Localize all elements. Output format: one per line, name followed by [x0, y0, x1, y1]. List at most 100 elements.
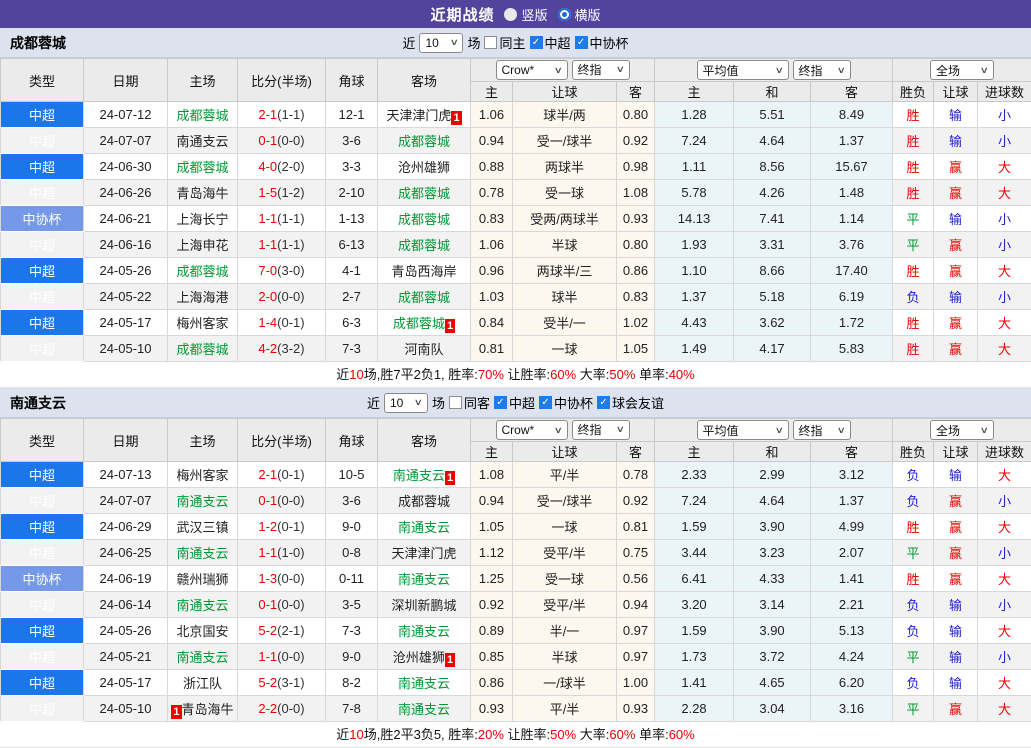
- team-section-2: 南通支云近10∨场同客✓中超✓中协杯✓球会友谊类型日期主场比分(半场)角球客场C…: [0, 388, 1031, 748]
- team-label: 天津津门虎: [391, 546, 456, 561]
- eu-draw-odds-cell: 4.33: [734, 566, 811, 592]
- eu-away-odds-cell: 8.49: [811, 102, 893, 128]
- ah-away-odds-cell: 1.05: [617, 336, 655, 362]
- ah-away-odds-cell: 0.56: [617, 566, 655, 592]
- filter-checkbox-同主[interactable]: 同主: [484, 33, 525, 52]
- handicap-result-cell: 赢: [934, 488, 978, 514]
- goals-over-under-cell: 大: [978, 336, 1031, 362]
- eu-away-odds-cell: 3.12: [811, 462, 893, 488]
- checkbox-checked-icon[interactable]: ✓: [530, 36, 543, 49]
- radio-vertical-layout[interactable]: 竖版: [504, 5, 547, 24]
- col-header-0: 类型: [1, 59, 84, 102]
- corner-cell: 4-1: [326, 258, 378, 284]
- checkbox-checked-icon[interactable]: ✓: [539, 396, 552, 409]
- sub-col-header-8: 进球数: [978, 442, 1031, 462]
- ah-line-cell: 受一/球半: [513, 488, 617, 514]
- eu-draw-odds-cell: 3.31: [734, 232, 811, 258]
- radio-horizontal-layout[interactable]: 横版: [558, 5, 601, 24]
- away-team-cell: 沧州雄狮1: [378, 644, 471, 670]
- recent-count-select[interactable]: 10∨: [419, 33, 463, 53]
- home-team-cell: 成都蓉城: [168, 102, 238, 128]
- sub-col-header-7: 让球: [934, 82, 978, 102]
- team-label: 上海申花: [176, 238, 228, 253]
- checkbox-unchecked-icon[interactable]: [449, 396, 462, 409]
- checkbox-checked-icon[interactable]: ✓: [597, 396, 610, 409]
- ah-line-cell: 受平/半: [513, 540, 617, 566]
- score-cell: 4-0(2-0): [238, 154, 326, 180]
- win-draw-loss-cell: 负: [893, 618, 934, 644]
- score-cell: 0-1(0-0): [238, 128, 326, 154]
- handicap-result-cell: 输: [934, 284, 978, 310]
- summary-part: 单率:: [635, 367, 668, 382]
- team-label: 南通支云: [176, 546, 228, 561]
- fulltime-score: 1-5: [258, 185, 277, 200]
- chevron-down-icon: ∨: [837, 425, 846, 436]
- date-cell: 24-07-13: [84, 462, 168, 488]
- ah-home-odds-cell: 0.89: [471, 618, 513, 644]
- eu-away-odds-cell: 1.41: [811, 566, 893, 592]
- halftime-score: (0-0): [277, 571, 304, 586]
- filter-checkbox-中协杯[interactable]: ✓中协杯: [539, 393, 593, 412]
- goals-over-under-cell: 小: [978, 644, 1031, 670]
- eu-away-odds-cell: 5.13: [811, 618, 893, 644]
- away-team-cell: 深圳新鹏城: [378, 592, 471, 618]
- chevron-down-icon: ∨: [775, 425, 784, 436]
- checkbox-unchecked-icon[interactable]: [484, 36, 497, 49]
- table-row: 中超24-06-14南通支云0-1(0-0)3-5深圳新鹏城0.92受平/半0.…: [1, 592, 1031, 618]
- goals-over-under-cell: 小: [978, 128, 1031, 154]
- summary-part: 70%: [478, 367, 504, 382]
- filter-checkbox-中超[interactable]: ✓中超: [494, 393, 535, 412]
- match-type-cell: 中超: [1, 336, 84, 362]
- ah-away-odds-cell: 1.02: [617, 310, 655, 336]
- asian-final-index-select[interactable]: 终指∨: [572, 420, 630, 440]
- asian-final-index-select[interactable]: 终指∨: [572, 60, 630, 80]
- fulltime-score: 0-1: [258, 133, 277, 148]
- checkbox-checked-icon[interactable]: ✓: [575, 36, 588, 49]
- score-cell: 0-1(0-0): [238, 488, 326, 514]
- checkbox-label: 球会友谊: [612, 393, 664, 412]
- halftime-score: (2-0): [277, 159, 304, 174]
- summary-part: 大率:: [576, 367, 609, 382]
- away-team-cell: 河南队: [378, 336, 471, 362]
- eu-away-odds-cell: 17.40: [811, 258, 893, 284]
- sub-col-header-1: 让球: [513, 442, 617, 462]
- average-select[interactable]: 平均值∨: [697, 60, 789, 80]
- average-select[interactable]: 平均值∨: [697, 420, 789, 440]
- eu-away-odds-cell: 1.72: [811, 310, 893, 336]
- fulltime-score: 2-1: [258, 467, 277, 482]
- col-header-1: 日期: [84, 59, 168, 102]
- filter-checkbox-中超[interactable]: ✓中超: [530, 33, 571, 52]
- win-draw-loss-cell: 胜: [893, 514, 934, 540]
- euro-final-index-select[interactable]: 终指∨: [793, 420, 851, 440]
- win-draw-loss-cell: 负: [893, 670, 934, 696]
- away-team-cell: 南通支云1: [378, 462, 471, 488]
- ah-home-odds-cell: 0.93: [471, 696, 513, 722]
- bookmaker-select[interactable]: Crow*∨: [496, 60, 568, 80]
- match-scope-select[interactable]: 全场∨: [930, 60, 994, 80]
- team-label: 梅州客家: [176, 468, 228, 483]
- euro-final-index-select[interactable]: 终指∨: [793, 60, 851, 80]
- team-label: 天津津门虎: [386, 108, 451, 123]
- filter-checkbox-中协杯[interactable]: ✓中协杯: [575, 33, 629, 52]
- checkbox-checked-icon[interactable]: ✓: [494, 396, 507, 409]
- result-group-header: 全场∨: [893, 59, 1031, 82]
- halftime-score: (0-0): [277, 649, 304, 664]
- recent-count-select[interactable]: 10∨: [384, 393, 428, 413]
- filter-checkbox-同客[interactable]: 同客: [449, 393, 490, 412]
- ah-home-odds-cell: 1.12: [471, 540, 513, 566]
- radio-icon[interactable]: [504, 8, 517, 21]
- chevron-down-icon: ∨: [616, 64, 625, 75]
- team-label: 浙江队: [183, 676, 222, 691]
- chevron-down-icon: ∨: [554, 425, 563, 436]
- col-header-4: 角球: [326, 419, 378, 462]
- summary-part: 60%: [669, 727, 695, 742]
- fulltime-score: 1-1: [258, 237, 277, 252]
- filter-checkbox-球会友谊[interactable]: ✓球会友谊: [597, 393, 664, 412]
- radio-checked-icon[interactable]: [558, 8, 571, 21]
- bookmaker-select[interactable]: Crow*∨: [496, 420, 568, 440]
- date-cell: 24-07-12: [84, 102, 168, 128]
- fulltime-score: 1-1: [258, 545, 277, 560]
- match-scope-select[interactable]: 全场∨: [930, 420, 994, 440]
- table-row: 中超24-06-29武汉三镇1-2(0-1)9-0南通支云1.05一球0.811…: [1, 514, 1031, 540]
- eu-draw-odds-cell: 4.26: [734, 180, 811, 206]
